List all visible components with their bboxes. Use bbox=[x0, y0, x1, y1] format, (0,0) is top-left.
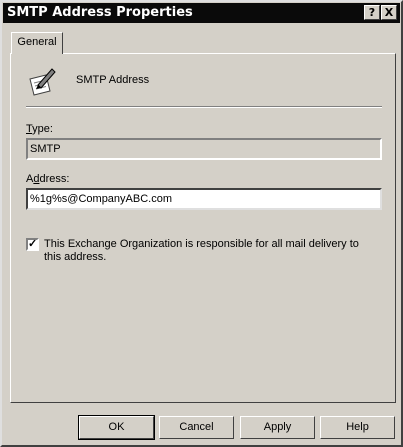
title-bar[interactable]: SMTP Address Properties ? X bbox=[3, 3, 400, 23]
apply-button[interactable]: Apply bbox=[240, 416, 315, 439]
cancel-button[interactable]: Cancel bbox=[159, 416, 234, 439]
window-title: SMTP Address Properties bbox=[7, 5, 193, 20]
pen-and-paper-icon bbox=[26, 65, 58, 97]
properties-dialog: SMTP Address Properties ? X General SMTP… bbox=[0, 0, 403, 447]
close-title-button[interactable]: X bbox=[381, 5, 397, 20]
help-title-button[interactable]: ? bbox=[364, 5, 380, 20]
tab-general[interactable]: General bbox=[11, 32, 63, 54]
ok-button[interactable]: OK bbox=[78, 415, 155, 440]
type-label: Type: bbox=[26, 123, 53, 135]
responsibility-checkbox-label: This Exchange Organization is responsibl… bbox=[44, 238, 359, 263]
type-field: SMTP bbox=[26, 138, 382, 160]
help-button[interactable]: Help bbox=[320, 416, 395, 439]
address-field[interactable] bbox=[26, 188, 382, 210]
separator bbox=[26, 106, 382, 108]
responsibility-checkbox[interactable]: ✓ bbox=[26, 238, 39, 251]
address-label: Address: bbox=[26, 173, 70, 185]
header-label: SMTP Address bbox=[76, 74, 150, 86]
address-input[interactable] bbox=[30, 193, 378, 205]
